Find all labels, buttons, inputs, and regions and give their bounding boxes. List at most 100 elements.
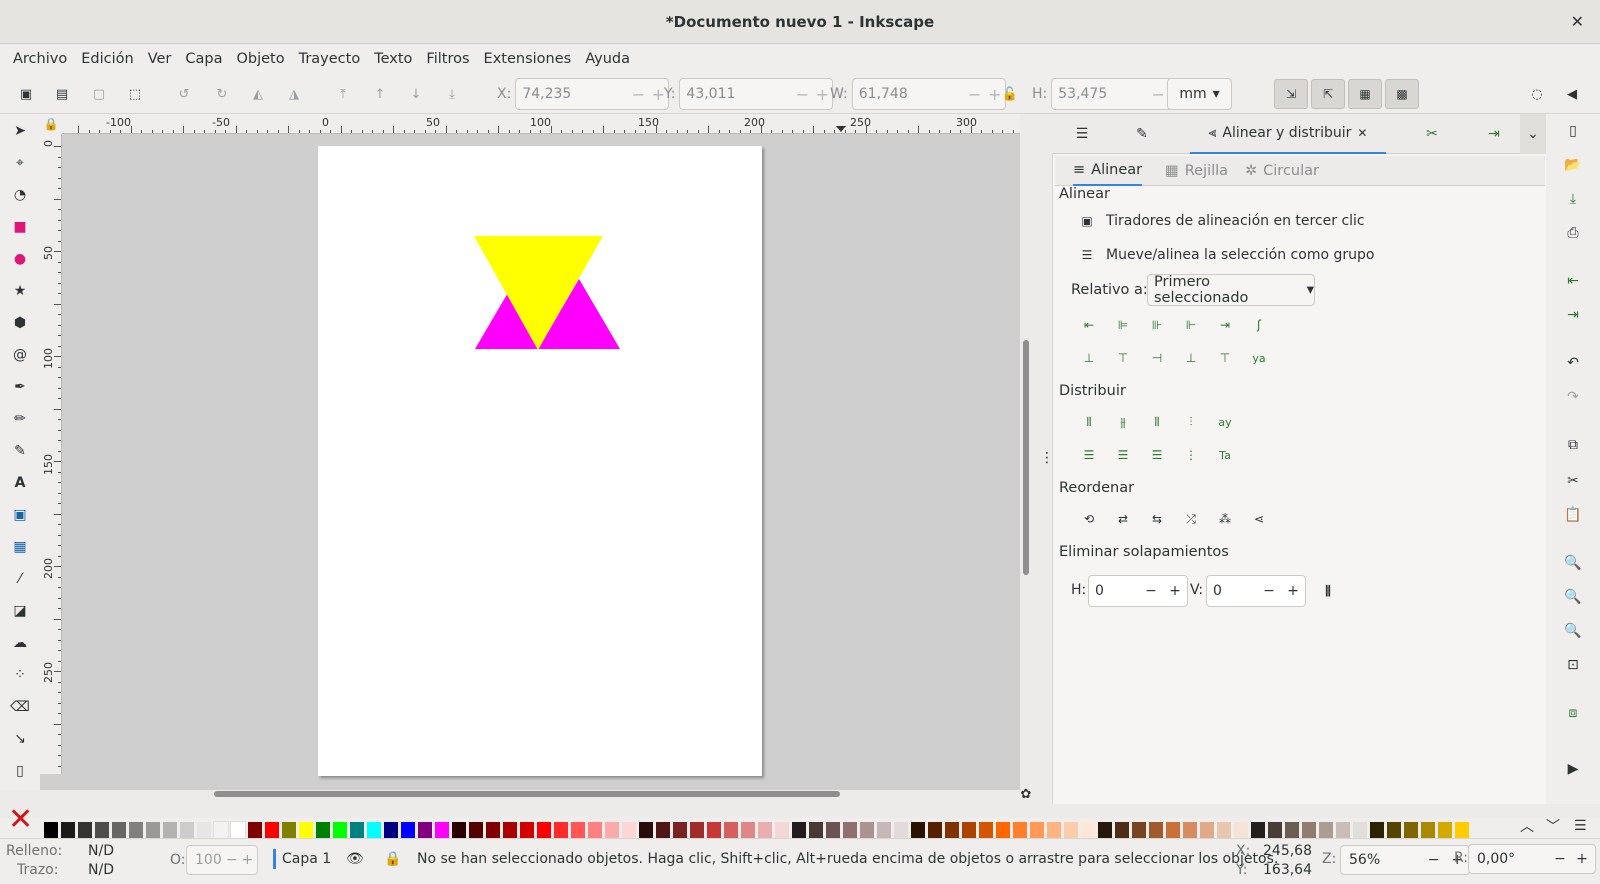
color-swatch[interactable] [1183,822,1197,838]
export-icon[interactable]: ⇥ [1562,304,1584,326]
color-swatch[interactable] [1217,822,1231,838]
color-swatch[interactable] [1302,822,1316,838]
remove-overlaps-icon[interactable]: ⫼ [1317,580,1339,602]
color-swatch[interactable] [163,822,177,838]
fill-stroke-tab-icon[interactable]: ✎ [1112,114,1172,154]
expand-right-icon[interactable]: ▶ [1562,758,1584,780]
menu-ver[interactable]: Ver [141,51,179,67]
w-input[interactable]: 61,748 [853,86,965,102]
vertical-scrollbar[interactable] [1023,340,1029,575]
zoom-selection-icon[interactable]: 🔍 [1562,552,1584,574]
raise-icon[interactable]: ↑ [368,82,392,106]
color-swatch[interactable] [571,822,585,838]
no-paint-icon[interactable]: ✕ [8,805,38,836]
align-top-to-bottom-icon[interactable]: ⊤ [1214,347,1236,369]
distribute-baseline-h-icon[interactable]: ay [1214,411,1236,433]
color-swatch[interactable] [673,822,687,838]
distribute-gaps-h-icon[interactable]: ⫶ [1180,411,1202,433]
pages-tool-icon[interactable]: ▯ [9,760,31,782]
color-swatch[interactable] [775,822,789,838]
align-right-to-left-icon[interactable]: ⇤ [1078,314,1100,336]
color-swatch[interactable] [690,822,704,838]
color-swatch[interactable] [1370,822,1384,838]
palette-menu-icon[interactable]: ☰ [1574,818,1587,834]
menu-capa[interactable]: Capa [178,51,229,67]
align-right-edges-icon[interactable]: ⊩ [1180,314,1202,336]
color-swatch[interactable] [1268,822,1282,838]
transform-tab-icon[interactable]: ✂ [1402,114,1462,154]
color-swatch[interactable] [350,822,364,838]
overlap-v-increment[interactable]: + [1281,583,1305,599]
horizontal-scrollbar[interactable] [214,791,840,797]
color-swatch[interactable] [1438,822,1452,838]
ellipse-tool-icon[interactable]: ● [9,248,31,270]
opacity-input[interactable]: 100 [187,852,226,868]
color-swatch[interactable] [724,822,738,838]
menu-ayuda[interactable]: Ayuda [578,51,637,67]
color-swatch[interactable] [78,822,92,838]
center-horizontal-axis-icon[interactable]: ⊣ [1146,347,1168,369]
graph-layout-icon[interactable]: ⋖ [1248,508,1270,530]
align-top-edges-icon[interactable]: ⊤ [1112,347,1134,369]
flip-horizontal-icon[interactable]: ◭ [246,82,270,106]
stroke-value[interactable]: N/D [88,862,114,878]
color-swatch[interactable] [1098,822,1112,838]
mesh-tool-icon[interactable]: ▦ [9,536,31,558]
color-swatch[interactable] [1166,822,1180,838]
menu-edicion[interactable]: Edición [74,51,140,67]
import-icon[interactable]: ⇤ [1562,270,1584,292]
color-swatch[interactable] [605,822,619,838]
menu-archivo[interactable]: Archivo [6,51,74,67]
color-swatch[interactable] [1132,822,1146,838]
snap-icon[interactable]: ◌ [1525,82,1549,106]
zoom-page-icon[interactable]: 🔍 [1562,620,1584,642]
touch-select-icon[interactable]: ⬚ [123,82,147,106]
menu-texto[interactable]: Texto [367,51,419,67]
option-move-as-group[interactable]: ☰ Mueve/alinea la selección como grupo [1078,247,1375,263]
color-swatch[interactable] [197,822,211,838]
color-swatch[interactable] [1149,822,1163,838]
overlap-h-decrement[interactable]: − [1139,583,1163,599]
pen-tool-icon[interactable]: ✒ [9,376,31,398]
color-swatch[interactable] [1387,822,1401,838]
color-swatch[interactable] [758,822,772,838]
color-swatch[interactable] [1081,822,1095,838]
h-decrement-button[interactable]: − [1148,85,1168,104]
raise-to-top-icon[interactable]: ⤒ [331,82,355,106]
document-page[interactable] [318,146,762,776]
option-third-click[interactable]: ▣ Tiradores de alineación en tercer clic [1078,213,1364,229]
align-bottom-edges-icon[interactable]: ⊥ [1180,347,1202,369]
color-swatch[interactable] [588,822,602,838]
color-swatch[interactable] [1200,822,1214,838]
subtab-alinear[interactable]: ≡ Alinear [1073,156,1143,186]
color-swatch[interactable] [1234,822,1248,838]
color-swatch[interactable] [826,822,840,838]
tabs-overflow-chevron-icon[interactable]: ⌄ [1520,114,1546,154]
selector-tool-icon[interactable]: ➤ [9,120,31,142]
export-tab-icon[interactable]: ⇥ [1464,114,1524,154]
color-swatch[interactable] [1421,822,1435,838]
color-swatch[interactable] [1319,822,1333,838]
distribute-center-v-icon[interactable]: ☰ [1112,444,1134,466]
lower-icon[interactable]: ↓ [404,82,428,106]
color-swatch[interactable] [1030,822,1044,838]
rotation-decrement[interactable]: − [1549,851,1571,867]
y-input[interactable]: 43,011 [680,86,792,102]
zoom-drawing-icon[interactable]: 🔍 [1562,586,1584,608]
spiral-tool-icon[interactable]: @ [9,344,31,366]
color-swatch[interactable] [860,822,874,838]
color-swatch[interactable] [996,822,1010,838]
menu-objeto[interactable]: Objeto [229,51,291,67]
color-swatch[interactable] [1353,822,1367,838]
color-swatch[interactable] [843,822,857,838]
zoom-input[interactable]: 56% [1341,852,1422,868]
color-swatch[interactable] [44,822,58,838]
flip-vertical-icon[interactable]: ◮ [282,82,306,106]
color-swatch[interactable] [469,822,483,838]
move-gradients-toggle[interactable]: ▦ [1348,79,1382,109]
color-swatch[interactable] [61,822,75,838]
x-decrement-button[interactable]: − [628,85,648,104]
collapse-left-icon[interactable]: ◀ [1560,82,1584,106]
text-tool-icon[interactable]: A [9,472,31,494]
zoom-decrement[interactable]: − [1422,852,1446,868]
